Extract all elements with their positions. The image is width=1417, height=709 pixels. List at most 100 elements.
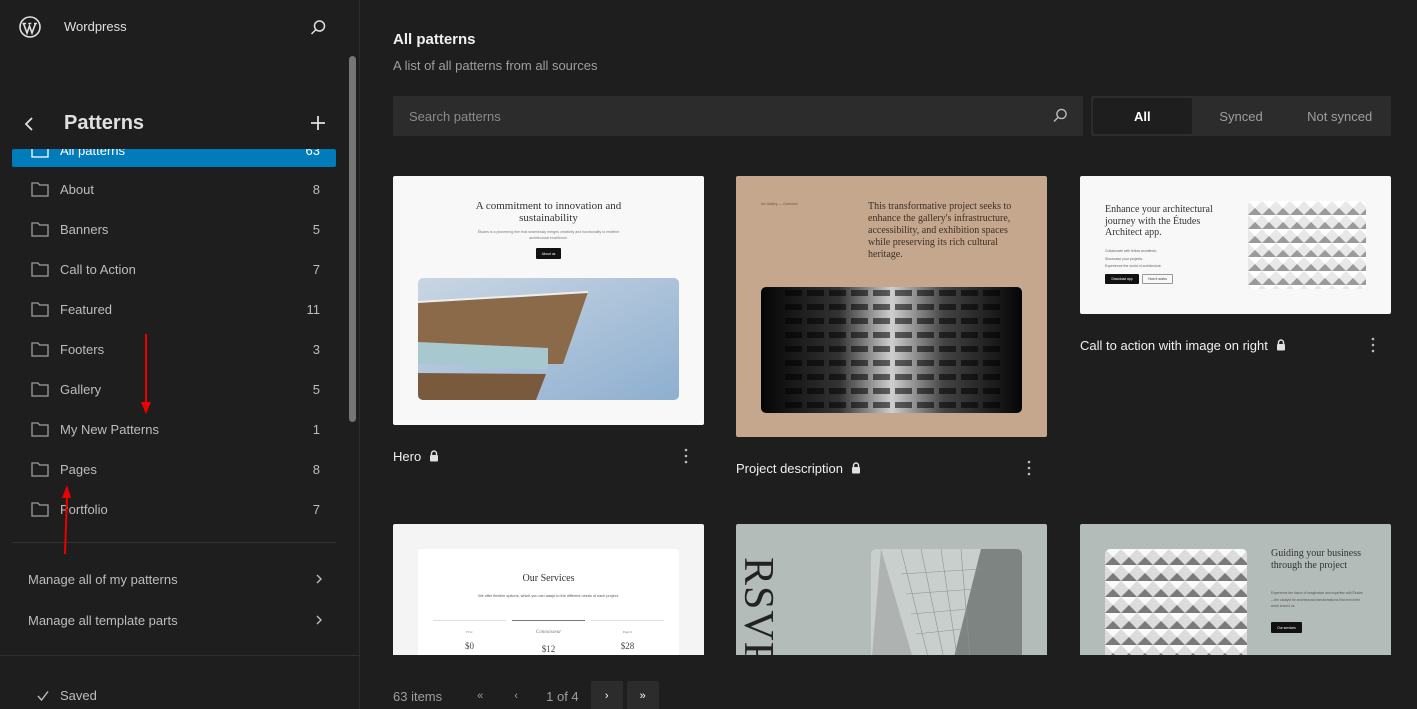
preview-bullet: Showcase your projects. <box>1105 256 1144 261</box>
preview-panel: Our Services We offer flexible options, … <box>418 549 679 655</box>
folder-icon <box>31 342 49 357</box>
category-item-my-new-patterns[interactable]: My New Patterns 1 <box>12 409 336 449</box>
category-item-all-patterns[interactable]: All patterns 63 <box>12 149 336 167</box>
category-count: 3 <box>312 341 320 357</box>
architecture-image <box>418 278 679 400</box>
manage-link-label: Manage all of my patterns <box>28 571 178 587</box>
pattern-card-call-to-action: Enhance your architectural journey with … <box>1080 176 1391 376</box>
category-label: My New Patterns <box>60 421 159 437</box>
preview-secondary-button: How it works <box>1142 274 1173 284</box>
next-page-button[interactable]: › <box>590 681 623 709</box>
pattern-preview[interactable]: RSVP <box>736 524 1047 655</box>
manage-my-patterns-link[interactable]: Manage all of my patterns <box>28 565 324 593</box>
facade-image <box>1105 549 1247 655</box>
pattern-card-services: Our Services We offer flexible options, … <box>393 524 704 655</box>
page-subtitle: A list of all patterns from all sources <box>393 58 598 73</box>
add-pattern-plus-icon[interactable] <box>306 111 330 135</box>
preview-button: About us <box>536 248 561 259</box>
folder-icon <box>31 149 49 158</box>
category-item-gallery[interactable]: Gallery 5 <box>12 369 336 409</box>
pattern-preview[interactable]: Our Services We offer flexible options, … <box>393 524 704 655</box>
site-name[interactable]: Wordpress <box>64 19 127 34</box>
patterns-main: All patterns A list of all patterns from… <box>361 0 1417 709</box>
pattern-grid: A commitment to innovation and sustainab… <box>393 176 1391 655</box>
category-label: Banners <box>60 221 109 237</box>
sidebar-title: Patterns <box>64 112 145 134</box>
folder-icon <box>31 422 49 437</box>
preview-heading: Our Services <box>522 573 575 584</box>
tier-price: $12 <box>541 644 556 654</box>
more-options-icon[interactable] <box>1367 336 1379 354</box>
pattern-name[interactable]: Hero <box>393 449 421 464</box>
sidebar-header: Patterns <box>0 108 360 140</box>
pattern-name[interactable]: Project description <box>736 461 843 476</box>
category-item-about[interactable]: About 8 <box>12 169 336 209</box>
folder-icon <box>31 222 49 237</box>
more-options-icon[interactable] <box>1023 459 1035 477</box>
last-page-button[interactable]: » <box>626 681 659 709</box>
folder-icon <box>31 262 49 277</box>
category-count: 8 <box>312 461 320 477</box>
first-page-button[interactable]: « <box>464 681 496 709</box>
category-item-featured[interactable]: Featured 11 <box>12 289 336 329</box>
preview-button: Our services <box>1271 622 1302 633</box>
preview-bullet: Experience the world of architecture. <box>1105 264 1162 268</box>
pattern-preview[interactable]: Art Gallery — Overview This transformati… <box>736 176 1047 437</box>
building-image <box>761 287 1022 413</box>
back-chevron-icon[interactable] <box>20 113 40 135</box>
category-label: Call to Action <box>60 261 136 277</box>
category-count: 1 <box>312 421 320 437</box>
sidebar: Wordpress Patterns All patterns 63 About… <box>0 0 360 709</box>
manage-link-label: Manage all template parts <box>28 612 178 628</box>
preview-body: This transformative project seeks to enh… <box>868 201 1012 260</box>
preview-primary-button: Download app <box>1105 274 1139 284</box>
folder-icon <box>31 502 49 517</box>
item-count: 63 items <box>393 688 443 704</box>
filter-synced[interactable]: Synced <box>1192 98 1291 134</box>
category-label: About <box>60 181 94 197</box>
tower-image <box>871 549 1022 655</box>
search-icon[interactable] <box>1051 107 1069 125</box>
pattern-preview[interactable]: Enhance your architectural journey with … <box>1080 176 1391 314</box>
divider <box>591 620 664 621</box>
preview-body: We offer flexible options, which you can… <box>478 594 619 598</box>
category-item-banners[interactable]: Banners 5 <box>12 209 336 249</box>
pattern-name[interactable]: Call to action with image on right <box>1080 338 1268 353</box>
category-count: 7 <box>312 261 320 277</box>
pattern-preview[interactable]: Guiding your business through the projec… <box>1080 524 1391 655</box>
filter-all[interactable]: All <box>1093 98 1192 134</box>
tier-name: Connoisseur <box>535 630 562 635</box>
manage-template-parts-link[interactable]: Manage all template parts <box>28 606 324 634</box>
pagination: 63 items « ‹ 1 of 4 › » <box>393 680 663 709</box>
pattern-card-footer: Call to action with image on right <box>1080 314 1391 376</box>
tier-price: $28 <box>620 641 635 651</box>
preview-heading: RSVP <box>736 556 781 655</box>
more-options-icon[interactable] <box>680 447 692 465</box>
category-count: 8 <box>312 181 320 197</box>
page-indicator: 1 of 4 <box>546 688 579 704</box>
wordpress-logo-icon[interactable] <box>19 16 41 38</box>
category-item-footers[interactable]: Footers 3 <box>12 329 336 369</box>
search-box <box>393 96 1083 136</box>
preview-heading: Enhance your architectural journey with … <box>1105 204 1213 238</box>
category-item-call-to-action[interactable]: Call to Action 7 <box>12 249 336 289</box>
annotation-arrow-up-icon <box>62 485 71 555</box>
chevron-right-icon <box>316 574 322 584</box>
search-icon[interactable] <box>308 18 328 38</box>
tier-name: Expert <box>622 630 633 634</box>
filter-not-synced[interactable]: Not synced <box>1290 98 1389 134</box>
pattern-card-project-description: Art Gallery — Overview This transformati… <box>736 176 1047 499</box>
pattern-preview[interactable]: A commitment to innovation and sustainab… <box>393 176 704 425</box>
facade-image <box>1248 201 1366 289</box>
category-label: Featured <box>60 301 113 317</box>
site-editor: Wordpress Patterns All patterns 63 About… <box>0 0 1417 709</box>
category-label: Footers <box>60 341 105 357</box>
save-status-label: Saved <box>60 688 97 703</box>
category-label: All patterns <box>60 149 126 158</box>
pattern-card-footer: Hero <box>393 425 704 487</box>
category-item-pages[interactable]: Pages 8 <box>12 449 336 489</box>
search-input[interactable] <box>393 96 1043 136</box>
previous-page-button[interactable]: ‹ <box>500 681 532 709</box>
lock-icon <box>430 450 439 462</box>
category-label: Gallery <box>60 381 102 397</box>
